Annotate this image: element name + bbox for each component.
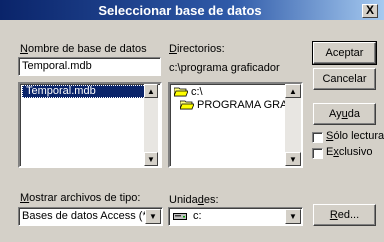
cancel-button[interactable]: Cancelar [313, 68, 376, 90]
file-type-value: Bases de datos Access (*. [22, 210, 150, 222]
open-folder-icon [174, 87, 188, 97]
drive-value: c: [193, 210, 202, 222]
open-folder-icon [180, 100, 194, 110]
readonly-label[interactable]: Sólo lectura [326, 130, 384, 142]
scroll-down-button[interactable]: ▼ [285, 152, 301, 166]
file-type-label: Mostrar archivos de tipo: [20, 192, 141, 204]
database-file-list[interactable]: Temporal.mdb ▲ ▼ [18, 82, 162, 168]
exclusive-label[interactable]: Exclusivo [326, 146, 372, 158]
file-type-dropdown-button[interactable]: ▼ [145, 209, 161, 224]
tree-item-label: c:\ [191, 86, 203, 98]
select-database-dialog: Seleccionar base de datos X Nombre de ba… [0, 0, 384, 242]
readonly-checkbox[interactable] [312, 132, 323, 143]
list-item[interactable]: Temporal.mdb [22, 85, 146, 98]
scroll-down-button[interactable]: ▼ [144, 152, 158, 166]
database-name-input[interactable]: Temporal.mdb [18, 57, 161, 76]
close-button[interactable]: X [362, 4, 378, 18]
directories-label: Directorios: [169, 43, 225, 55]
accept-button[interactable]: Aceptar [312, 41, 377, 65]
title-bar[interactable]: Seleccionar base de datos X [0, 0, 384, 20]
tree-item-label: PROGRAMA GRA [197, 99, 288, 111]
drive-icon [173, 213, 187, 220]
drive-select[interactable]: c: [168, 207, 303, 226]
drive-dropdown-button[interactable]: ▼ [285, 209, 301, 224]
help-button[interactable]: Ayuda [313, 103, 376, 125]
directory-tree[interactable]: c:\ PROGRAMA GRA ▲ ▼ [168, 82, 303, 168]
file-type-select[interactable]: Bases de datos Access (*. [18, 207, 163, 226]
current-path: c:\programa graficador [169, 62, 280, 74]
tree-item[interactable]: PROGRAMA GRA [180, 99, 290, 113]
network-button[interactable]: Red... [313, 204, 376, 226]
database-name-label: Nombre de base de datos [20, 43, 147, 55]
drives-label: Unidades: [169, 194, 219, 206]
scroll-up-button[interactable]: ▲ [285, 84, 301, 98]
exclusive-checkbox[interactable] [312, 148, 323, 159]
scroll-up-button[interactable]: ▲ [144, 84, 158, 98]
dialog-title: Seleccionar base de datos [98, 3, 262, 18]
